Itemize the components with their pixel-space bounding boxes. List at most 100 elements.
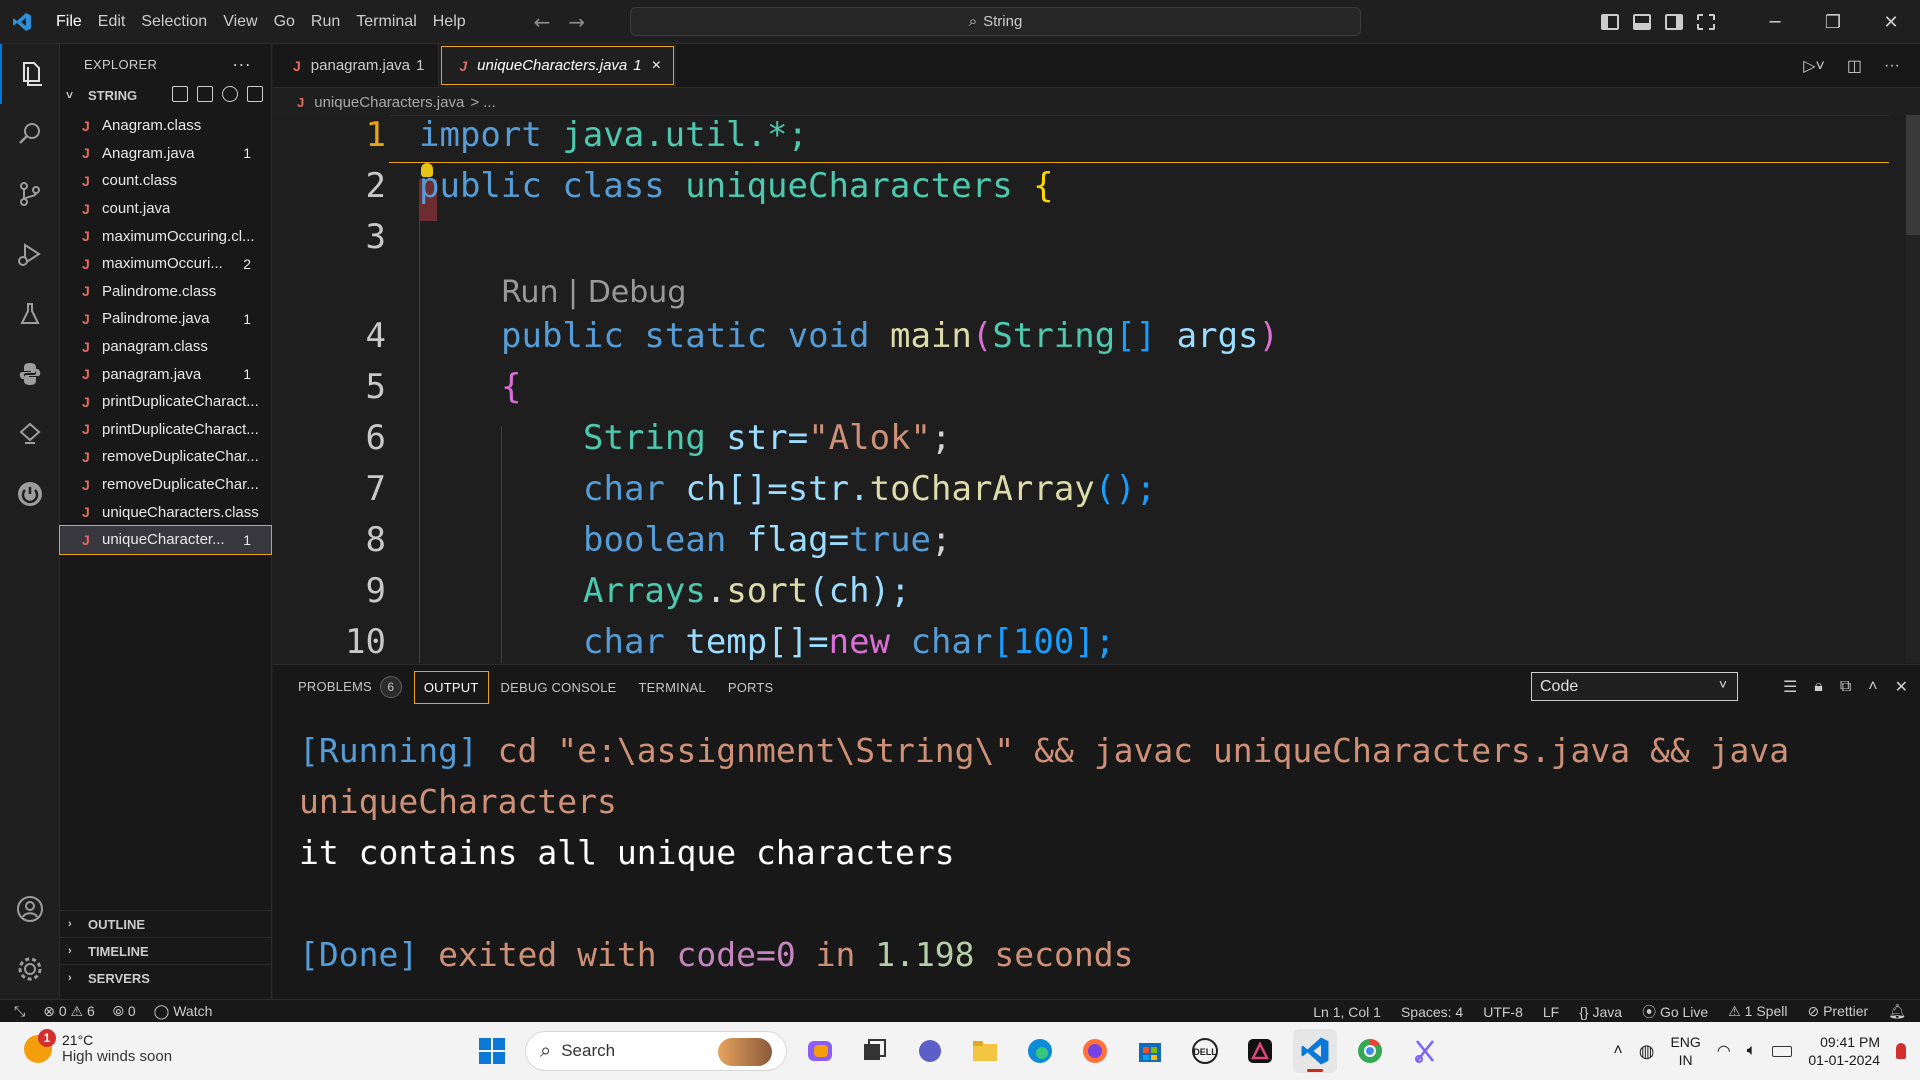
file-item[interactable]: Jpanagram.java 1 — [60, 360, 271, 388]
tab-ports[interactable]: PORTS — [717, 670, 785, 705]
chrome-icon[interactable] — [1348, 1029, 1392, 1073]
task-view-icon[interactable] — [853, 1029, 897, 1073]
weather-widget[interactable]: 1 21°C High winds soon — [24, 1028, 172, 1065]
clear-output-icon[interactable]: ☰ — [1783, 677, 1797, 697]
prettier-status[interactable]: ⊘ Prettier — [1807, 1003, 1868, 1020]
microsoft-store-icon[interactable] — [1128, 1029, 1172, 1073]
taskbar-search[interactable]: ⌕ Search — [525, 1031, 787, 1071]
toggle-secondary-sidebar-icon[interactable] — [1658, 0, 1690, 44]
lock-icon[interactable]: 🔒︎ — [1814, 678, 1823, 696]
restore-icon[interactable]: ❐ — [1804, 0, 1862, 44]
menu-view[interactable]: View — [215, 7, 265, 37]
close-tab-icon[interactable]: × — [652, 57, 661, 75]
spell-check-status[interactable]: ⚠ 1 Spell — [1728, 1003, 1787, 1020]
customize-layout-icon[interactable] — [1690, 0, 1722, 44]
menu-help[interactable]: Help — [425, 7, 474, 37]
codelens-run-debug[interactable]: Run | Debug — [501, 275, 686, 310]
volume-icon[interactable]: 🔈︎ — [1747, 1042, 1757, 1060]
cursor-position[interactable]: Ln 1, Col 1 — [1313, 1004, 1381, 1020]
affinity-icon[interactable] — [1238, 1029, 1282, 1073]
remote-explorer-icon[interactable] — [0, 404, 60, 464]
more-actions-icon[interactable]: ··· — [232, 54, 251, 75]
remote-icon[interactable]: ⤡ — [14, 1003, 25, 1020]
toggle-panel-icon[interactable] — [1626, 0, 1658, 44]
run-icon[interactable]: ▷˅ — [1803, 56, 1825, 76]
testing-flask-icon[interactable] — [0, 284, 60, 344]
file-item[interactable]: J Palindrome.class — [60, 278, 271, 306]
refresh-icon[interactable] — [222, 86, 238, 102]
file-item[interactable]: J Anagram.java 1 — [60, 140, 271, 168]
new-file-icon[interactable] — [172, 86, 188, 102]
tab-panagram[interactable]: J panagram.java 1 — [273, 44, 440, 87]
collapse-all-icon[interactable] — [247, 86, 263, 102]
tab-debug-console[interactable]: DEBUG CONSOLE — [490, 670, 628, 705]
search-icon[interactable] — [0, 104, 60, 164]
wifi-icon[interactable]: ◠ — [1717, 1041, 1731, 1061]
split-editor-icon[interactable]: ◫ — [1847, 56, 1862, 76]
scrollbar-thumb[interactable] — [1906, 115, 1920, 235]
maximize-panel-icon[interactable]: ˄ — [1868, 678, 1877, 696]
forward-arrow-icon[interactable]: → — [568, 10, 585, 34]
language-mode[interactable]: {} Java — [1579, 1004, 1622, 1020]
encoding[interactable]: UTF-8 — [1483, 1004, 1523, 1020]
editor-scrollbar[interactable] — [1906, 115, 1920, 663]
file-item[interactable]: JmaximumOccuri... 2 — [60, 250, 271, 278]
minimize-icon[interactable]: ─ — [1746, 0, 1804, 44]
file-item-selected[interactable]: JuniqueCharacter... 1 — [59, 524, 272, 555]
show-hidden-icons-icon[interactable]: ˄ — [1613, 1042, 1622, 1060]
network-globe-icon[interactable]: ◍ — [1639, 1041, 1655, 1062]
open-in-editor-icon[interactable]: ⧉ — [1840, 678, 1851, 696]
close-window-icon[interactable]: ✕ — [1862, 0, 1920, 44]
explorer-files-icon[interactable] — [0, 44, 60, 104]
power-icon[interactable] — [0, 464, 60, 524]
run-debug-icon[interactable] — [0, 224, 60, 284]
menu-edit[interactable]: Edit — [90, 7, 134, 37]
go-live-button[interactable]: ⦿ Go Live — [1642, 1002, 1708, 1022]
notification-bell-icon[interactable] — [1896, 1043, 1906, 1059]
battery-icon[interactable] — [1772, 1045, 1793, 1057]
file-item[interactable]: JuniqueCharacters.class — [60, 498, 271, 526]
clock[interactable]: 09:41 PM 01-01-2024 — [1808, 1033, 1880, 1069]
notifications-bell-icon[interactable]: 🔔︎ — [1888, 1003, 1906, 1020]
vscode-taskbar-icon[interactable] — [1293, 1029, 1337, 1073]
tab-terminal[interactable]: TERMINAL — [628, 670, 717, 705]
tab-output[interactable]: OUTPUT — [413, 670, 490, 705]
menu-selection[interactable]: Selection — [133, 7, 215, 37]
watch-status[interactable]: ◯ Watch — [154, 1003, 213, 1020]
edge-browser-icon[interactable] — [1018, 1029, 1062, 1073]
menu-file[interactable]: File — [48, 7, 90, 37]
file-explorer-icon[interactable] — [963, 1029, 1007, 1073]
toggle-primary-sidebar-icon[interactable] — [1594, 0, 1626, 44]
teams-chat-icon[interactable] — [908, 1029, 952, 1073]
command-center[interactable]: ⌕ String — [630, 7, 1361, 36]
menu-terminal[interactable]: Terminal — [348, 7, 424, 37]
code-editor[interactable]: 1 2 3 4 5 6 7 8 9 10 import java.util.*;… — [273, 115, 1920, 663]
file-item[interactable]: J Palindrome.java 1 — [60, 305, 271, 333]
folder-string[interactable]: ˅ STRING — [60, 84, 271, 106]
copilot-icon[interactable] — [798, 1029, 842, 1073]
dell-icon[interactable]: DELL — [1183, 1029, 1227, 1073]
snipping-tool-icon[interactable] — [1403, 1029, 1447, 1073]
settings-gear-icon[interactable] — [0, 939, 60, 999]
tab-problems[interactable]: PROBLEMS 6 — [287, 666, 413, 708]
ports-status[interactable]: ⦾ 0 — [113, 1003, 136, 1020]
menu-go[interactable]: Go — [266, 7, 303, 37]
breadcrumb-rest[interactable]: > ... — [470, 94, 495, 111]
file-item[interactable]: J Anagram.class — [60, 112, 271, 140]
file-item[interactable]: JprintDuplicateCharact... — [60, 416, 271, 444]
problems-status[interactable]: ⊗ 0 ⚠ 6 — [43, 1003, 95, 1020]
windows-start-icon[interactable] — [470, 1029, 514, 1073]
menu-run[interactable]: Run — [303, 7, 348, 37]
indentation[interactable]: Spaces: 4 — [1401, 1004, 1463, 1020]
close-panel-icon[interactable]: ✕ — [1895, 677, 1908, 697]
outline-section[interactable]: › OUTLINE — [60, 910, 272, 937]
file-item[interactable]: JremoveDuplicateChar... — [60, 443, 271, 471]
servers-section[interactable]: › SERVERS — [60, 964, 272, 991]
file-item[interactable]: Jpanagram.class — [60, 333, 271, 361]
source-control-icon[interactable] — [0, 164, 60, 224]
file-item[interactable]: JprintDuplicateCharact... — [60, 388, 271, 416]
language-indicator[interactable]: ENG IN — [1670, 1033, 1700, 1069]
firefox-icon[interactable] — [1073, 1029, 1117, 1073]
tab-uniquecharacters[interactable]: J uniqueCharacters.java 1 × — [439, 44, 676, 87]
python-icon[interactable] — [0, 344, 60, 404]
